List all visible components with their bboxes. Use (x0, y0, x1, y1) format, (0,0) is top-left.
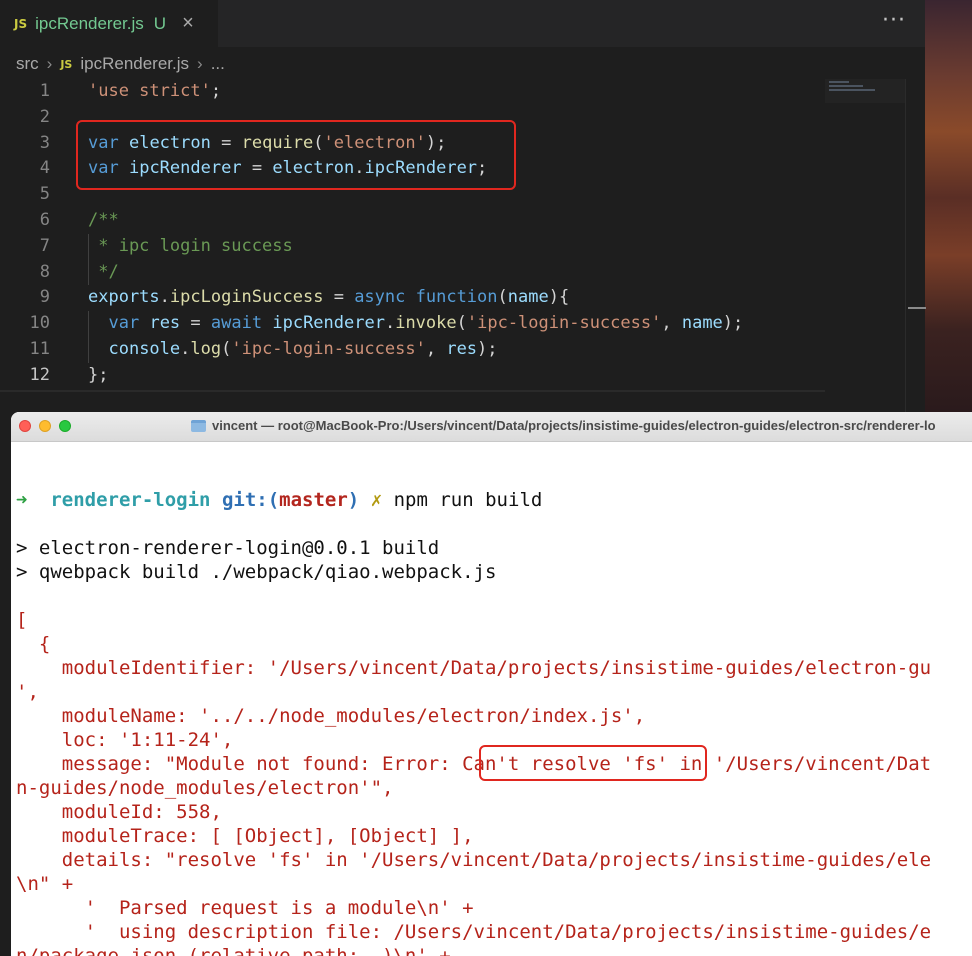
line-number: 5 (39, 184, 50, 205)
line-number: 6 (39, 209, 50, 230)
error-line: moduleTrace: [ [Object], [Object] ], (16, 825, 474, 847)
breadcrumb-folder[interactable]: src (16, 54, 39, 74)
editor-divider (0, 390, 825, 392)
zoom-window-button[interactable] (59, 420, 71, 432)
line-text: 'use strict'; (88, 81, 222, 101)
code-line: 7 * ipc login success (0, 233, 825, 260)
editor-scrollbar[interactable] (905, 79, 925, 412)
line-number: 8 (39, 261, 50, 282)
line-number: 11 (29, 338, 50, 359)
line-text: console.log('ipc-login-success', res); (108, 338, 498, 359)
code-editor: JS ipcRenderer.js U × ··· src › JS ipcRe… (0, 0, 926, 412)
line-text: }; (88, 364, 109, 385)
code-line: 11 console.log('ipc-login-success', res)… (0, 336, 825, 363)
line-text: * ipc login success (88, 235, 293, 256)
more-actions-icon[interactable]: ··· (882, 8, 906, 33)
output-line: > qwebpack build ./webpack/qiao.webpack.… (16, 561, 497, 583)
editor-tab-ipcrenderer[interactable]: JS ipcRenderer.js U × (0, 0, 218, 47)
code-line: 12}; (0, 363, 825, 389)
code-line: 8 */ (0, 259, 825, 286)
javascript-file-icon: JS (60, 57, 73, 71)
error-line: moduleName: '../../node_modules/electron… (16, 705, 646, 727)
line-number: 1 (39, 81, 50, 101)
line-text: */ (88, 261, 119, 282)
prompt-git-label: git:( (221, 489, 280, 511)
highlight-annotation-box (479, 745, 707, 781)
code-line: 6 /** (0, 208, 825, 234)
close-window-button[interactable] (19, 420, 31, 432)
scrollbar-position-marker (908, 307, 926, 309)
prompt-git-close: ) (347, 489, 360, 511)
untracked-status-badge: U (153, 13, 167, 33)
line-number: 12 (29, 364, 50, 385)
code-line: 9 exports.ipcLoginSuccess = async functio… (0, 285, 825, 311)
breadcrumb-file[interactable]: ipcRenderer.js (80, 54, 189, 74)
line-number: 10 (29, 313, 50, 334)
code-line: 1 'use strict'; (0, 79, 825, 105)
error-line: details: "resolve 'fs' in '/Users/vincen… (16, 849, 932, 871)
line-number: 3 (39, 132, 50, 153)
terminal-title: vincent — root@MacBook-Pro:/Users/vincen… (191, 418, 936, 433)
prompt-line: ➜ renderer-login git:(master) ✗ npm run … (16, 488, 542, 512)
output-line: > electron-renderer-login@0.0.1 build (16, 537, 440, 559)
close-icon[interactable]: × (182, 12, 194, 35)
terminal-window[interactable]: vincent — root@MacBook-Pro:/Users/vincen… (11, 412, 972, 956)
desktop-wallpaper (925, 0, 972, 412)
error-line: [ (16, 609, 28, 631)
error-line: ', (16, 681, 39, 703)
line-number: 4 (39, 158, 50, 179)
error-line: message: "Module not found: Error: Can't… (16, 753, 932, 775)
dirty-status-icon: ✗ (370, 489, 383, 511)
prompt-arrow-icon: ➜ (16, 489, 28, 511)
error-line: \n" + (16, 873, 74, 895)
error-line: ' using description file: /Users/vincent… (16, 921, 932, 943)
minimap[interactable] (825, 79, 905, 103)
error-line: loc: '1:11-24', (16, 729, 234, 751)
breadcrumb: src › JS ipcRenderer.js › ... (16, 50, 225, 78)
tab-filename: ipcRenderer.js (35, 13, 144, 33)
line-text: /** (88, 209, 119, 230)
terminal-title-text: vincent — root@MacBook-Pro:/Users/vincen… (212, 418, 936, 433)
breadcrumb-symbols[interactable]: ... (211, 54, 225, 74)
chevron-right-icon: › (46, 54, 53, 73)
error-line: { (16, 633, 51, 655)
minimize-window-button[interactable] (39, 420, 51, 432)
error-line: n-guides/node_modules/electron'", (16, 777, 394, 799)
terminal-titlebar[interactable]: vincent — root@MacBook-Pro:/Users/vincen… (11, 412, 972, 442)
editor-tab-bar: JS ipcRenderer.js U × ··· (0, 0, 925, 47)
error-line: n/package.json (relative path: .)\n' + (16, 945, 451, 956)
folder-icon (191, 419, 206, 432)
line-number: 7 (39, 235, 50, 256)
prompt-command: npm run build (393, 489, 543, 511)
error-line: moduleId: 558, (16, 801, 222, 823)
javascript-file-icon: JS (14, 16, 28, 31)
code-line: 10 var res = await ipcRenderer.invoke('i… (0, 311, 825, 337)
line-number: 9 (39, 287, 50, 308)
line-text: exports.ipcLoginSuccess = async function… (88, 287, 570, 308)
error-line: moduleIdentifier: '/Users/vincent/Data/p… (16, 657, 932, 679)
prompt-branch: master (279, 489, 348, 511)
chevron-right-icon: › (197, 54, 203, 73)
line-number: 2 (39, 106, 50, 127)
error-line: ' Parsed request is a module\n' + (16, 897, 474, 919)
line-text: var res = await ipcRenderer.invoke('ipc-… (108, 313, 744, 334)
prompt-directory: renderer-login (50, 489, 211, 511)
highlight-annotation-box (76, 120, 516, 190)
